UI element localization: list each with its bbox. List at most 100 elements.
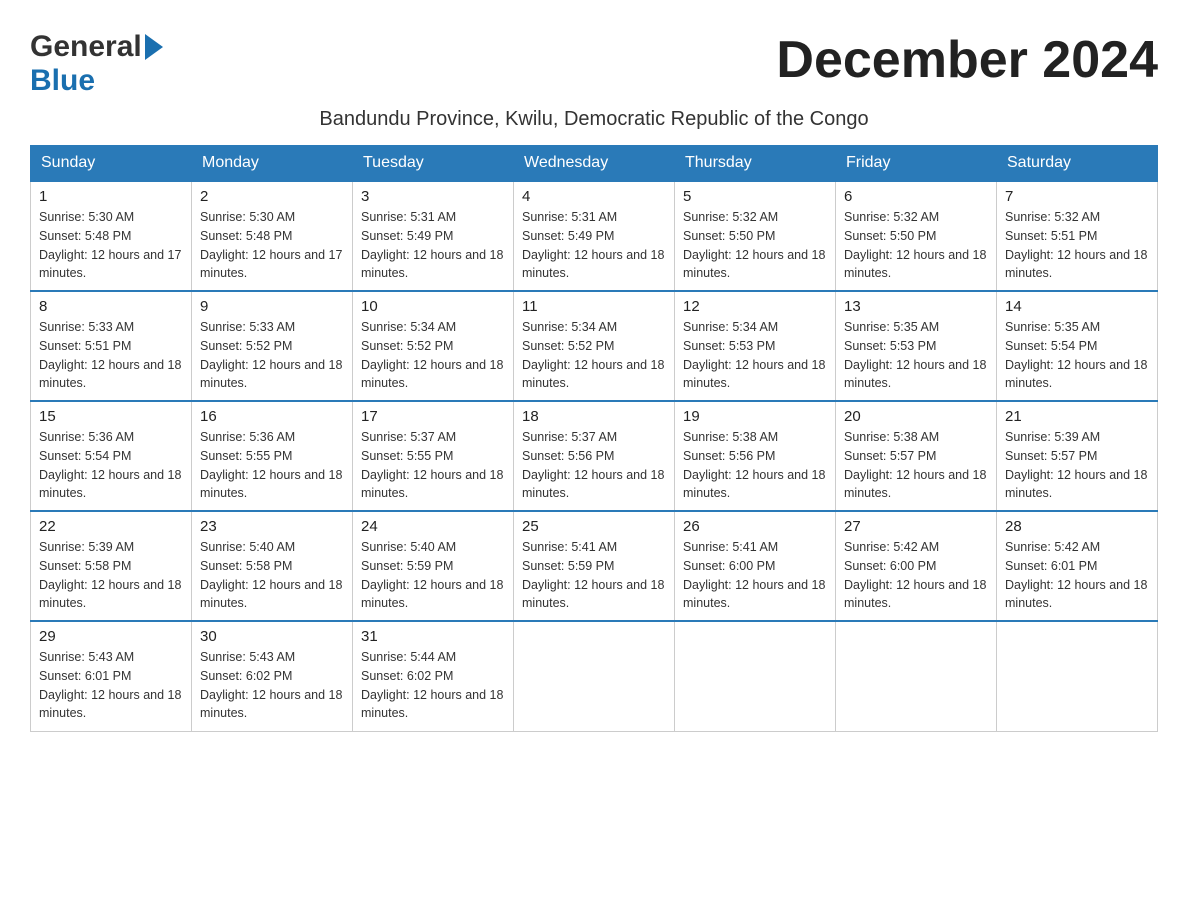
calendar-cell: 14 Sunrise: 5:35 AMSunset: 5:54 PMDaylig… <box>997 291 1158 401</box>
day-info: Sunrise: 5:42 AMSunset: 6:00 PMDaylight:… <box>844 540 986 610</box>
day-number: 31 <box>361 628 505 645</box>
day-number: 1 <box>39 188 183 205</box>
calendar-cell: 28 Sunrise: 5:42 AMSunset: 6:01 PMDaylig… <box>997 511 1158 621</box>
calendar-cell: 18 Sunrise: 5:37 AMSunset: 5:56 PMDaylig… <box>514 401 675 511</box>
day-info: Sunrise: 5:43 AMSunset: 6:01 PMDaylight:… <box>39 650 181 720</box>
day-number: 16 <box>200 408 344 425</box>
day-info: Sunrise: 5:44 AMSunset: 6:02 PMDaylight:… <box>361 650 503 720</box>
calendar-cell: 26 Sunrise: 5:41 AMSunset: 6:00 PMDaylig… <box>675 511 836 621</box>
calendar-cell: 20 Sunrise: 5:38 AMSunset: 5:57 PMDaylig… <box>836 401 997 511</box>
day-info: Sunrise: 5:32 AMSunset: 5:50 PMDaylight:… <box>844 210 986 280</box>
day-info: Sunrise: 5:38 AMSunset: 5:56 PMDaylight:… <box>683 430 825 500</box>
day-info: Sunrise: 5:31 AMSunset: 5:49 PMDaylight:… <box>522 210 664 280</box>
day-number: 18 <box>522 408 666 425</box>
calendar-table: SundayMondayTuesdayWednesdayThursdayFrid… <box>30 145 1158 732</box>
calendar-cell <box>997 621 1158 731</box>
day-info: Sunrise: 5:39 AMSunset: 5:58 PMDaylight:… <box>39 540 181 610</box>
day-number: 8 <box>39 298 183 315</box>
day-number: 12 <box>683 298 827 315</box>
day-number: 25 <box>522 518 666 535</box>
calendar-cell: 24 Sunrise: 5:40 AMSunset: 5:59 PMDaylig… <box>353 511 514 621</box>
day-info: Sunrise: 5:43 AMSunset: 6:02 PMDaylight:… <box>200 650 342 720</box>
day-info: Sunrise: 5:34 AMSunset: 5:52 PMDaylight:… <box>361 320 503 390</box>
calendar-cell: 27 Sunrise: 5:42 AMSunset: 6:00 PMDaylig… <box>836 511 997 621</box>
weekday-header-saturday: Saturday <box>997 146 1158 182</box>
day-number: 10 <box>361 298 505 315</box>
calendar-week-row: 22 Sunrise: 5:39 AMSunset: 5:58 PMDaylig… <box>31 511 1158 621</box>
calendar-cell: 19 Sunrise: 5:38 AMSunset: 5:56 PMDaylig… <box>675 401 836 511</box>
day-info: Sunrise: 5:32 AMSunset: 5:50 PMDaylight:… <box>683 210 825 280</box>
page-header: General Blue December 2024 <box>30 30 1158 98</box>
calendar-cell: 31 Sunrise: 5:44 AMSunset: 6:02 PMDaylig… <box>353 621 514 731</box>
day-number: 5 <box>683 188 827 205</box>
day-number: 17 <box>361 408 505 425</box>
logo-general-text: General <box>30 30 142 64</box>
calendar-cell: 8 Sunrise: 5:33 AMSunset: 5:51 PMDayligh… <box>31 291 192 401</box>
calendar-week-row: 29 Sunrise: 5:43 AMSunset: 6:01 PMDaylig… <box>31 621 1158 731</box>
calendar-cell: 17 Sunrise: 5:37 AMSunset: 5:55 PMDaylig… <box>353 401 514 511</box>
day-info: Sunrise: 5:41 AMSunset: 5:59 PMDaylight:… <box>522 540 664 610</box>
calendar-cell: 13 Sunrise: 5:35 AMSunset: 5:53 PMDaylig… <box>836 291 997 401</box>
day-number: 26 <box>683 518 827 535</box>
day-info: Sunrise: 5:42 AMSunset: 6:01 PMDaylight:… <box>1005 540 1147 610</box>
day-number: 21 <box>1005 408 1149 425</box>
day-number: 20 <box>844 408 988 425</box>
calendar-week-row: 8 Sunrise: 5:33 AMSunset: 5:51 PMDayligh… <box>31 291 1158 401</box>
calendar-cell: 7 Sunrise: 5:32 AMSunset: 5:51 PMDayligh… <box>997 181 1158 291</box>
day-number: 2 <box>200 188 344 205</box>
calendar-cell: 16 Sunrise: 5:36 AMSunset: 5:55 PMDaylig… <box>192 401 353 511</box>
weekday-header-row: SundayMondayTuesdayWednesdayThursdayFrid… <box>31 146 1158 182</box>
day-info: Sunrise: 5:38 AMSunset: 5:57 PMDaylight:… <box>844 430 986 500</box>
calendar-cell <box>675 621 836 731</box>
calendar-cell: 12 Sunrise: 5:34 AMSunset: 5:53 PMDaylig… <box>675 291 836 401</box>
day-number: 27 <box>844 518 988 535</box>
day-info: Sunrise: 5:35 AMSunset: 5:53 PMDaylight:… <box>844 320 986 390</box>
day-info: Sunrise: 5:31 AMSunset: 5:49 PMDaylight:… <box>361 210 503 280</box>
calendar-cell: 9 Sunrise: 5:33 AMSunset: 5:52 PMDayligh… <box>192 291 353 401</box>
day-number: 28 <box>1005 518 1149 535</box>
day-info: Sunrise: 5:39 AMSunset: 5:57 PMDaylight:… <box>1005 430 1147 500</box>
page-subtitle: Bandundu Province, Kwilu, Democratic Rep… <box>30 108 1158 131</box>
day-number: 9 <box>200 298 344 315</box>
day-info: Sunrise: 5:36 AMSunset: 5:54 PMDaylight:… <box>39 430 181 500</box>
day-number: 7 <box>1005 188 1149 205</box>
calendar-week-row: 15 Sunrise: 5:36 AMSunset: 5:54 PMDaylig… <box>31 401 1158 511</box>
day-info: Sunrise: 5:40 AMSunset: 5:58 PMDaylight:… <box>200 540 342 610</box>
calendar-cell: 30 Sunrise: 5:43 AMSunset: 6:02 PMDaylig… <box>192 621 353 731</box>
day-info: Sunrise: 5:37 AMSunset: 5:55 PMDaylight:… <box>361 430 503 500</box>
calendar-cell: 23 Sunrise: 5:40 AMSunset: 5:58 PMDaylig… <box>192 511 353 621</box>
day-info: Sunrise: 5:37 AMSunset: 5:56 PMDaylight:… <box>522 430 664 500</box>
calendar-cell: 5 Sunrise: 5:32 AMSunset: 5:50 PMDayligh… <box>675 181 836 291</box>
calendar-cell: 21 Sunrise: 5:39 AMSunset: 5:57 PMDaylig… <box>997 401 1158 511</box>
calendar-cell: 4 Sunrise: 5:31 AMSunset: 5:49 PMDayligh… <box>514 181 675 291</box>
day-info: Sunrise: 5:32 AMSunset: 5:51 PMDaylight:… <box>1005 210 1147 280</box>
calendar-cell: 11 Sunrise: 5:34 AMSunset: 5:52 PMDaylig… <box>514 291 675 401</box>
calendar-cell: 1 Sunrise: 5:30 AMSunset: 5:48 PMDayligh… <box>31 181 192 291</box>
calendar-cell: 15 Sunrise: 5:36 AMSunset: 5:54 PMDaylig… <box>31 401 192 511</box>
day-info: Sunrise: 5:34 AMSunset: 5:52 PMDaylight:… <box>522 320 664 390</box>
day-info: Sunrise: 5:33 AMSunset: 5:52 PMDaylight:… <box>200 320 342 390</box>
logo-arrow-icon <box>145 34 163 60</box>
day-info: Sunrise: 5:30 AMSunset: 5:48 PMDaylight:… <box>200 210 342 280</box>
calendar-cell: 6 Sunrise: 5:32 AMSunset: 5:50 PMDayligh… <box>836 181 997 291</box>
weekday-header-tuesday: Tuesday <box>353 146 514 182</box>
day-number: 6 <box>844 188 988 205</box>
calendar-cell <box>836 621 997 731</box>
day-number: 19 <box>683 408 827 425</box>
day-info: Sunrise: 5:40 AMSunset: 5:59 PMDaylight:… <box>361 540 503 610</box>
day-info: Sunrise: 5:36 AMSunset: 5:55 PMDaylight:… <box>200 430 342 500</box>
logo-blue-text: Blue <box>30 64 95 97</box>
calendar-cell: 3 Sunrise: 5:31 AMSunset: 5:49 PMDayligh… <box>353 181 514 291</box>
day-number: 13 <box>844 298 988 315</box>
weekday-header-sunday: Sunday <box>31 146 192 182</box>
day-info: Sunrise: 5:41 AMSunset: 6:00 PMDaylight:… <box>683 540 825 610</box>
weekday-header-friday: Friday <box>836 146 997 182</box>
calendar-cell: 22 Sunrise: 5:39 AMSunset: 5:58 PMDaylig… <box>31 511 192 621</box>
day-number: 15 <box>39 408 183 425</box>
weekday-header-thursday: Thursday <box>675 146 836 182</box>
day-number: 23 <box>200 518 344 535</box>
day-number: 11 <box>522 298 666 315</box>
calendar-cell: 29 Sunrise: 5:43 AMSunset: 6:01 PMDaylig… <box>31 621 192 731</box>
calendar-cell: 2 Sunrise: 5:30 AMSunset: 5:48 PMDayligh… <box>192 181 353 291</box>
day-number: 30 <box>200 628 344 645</box>
